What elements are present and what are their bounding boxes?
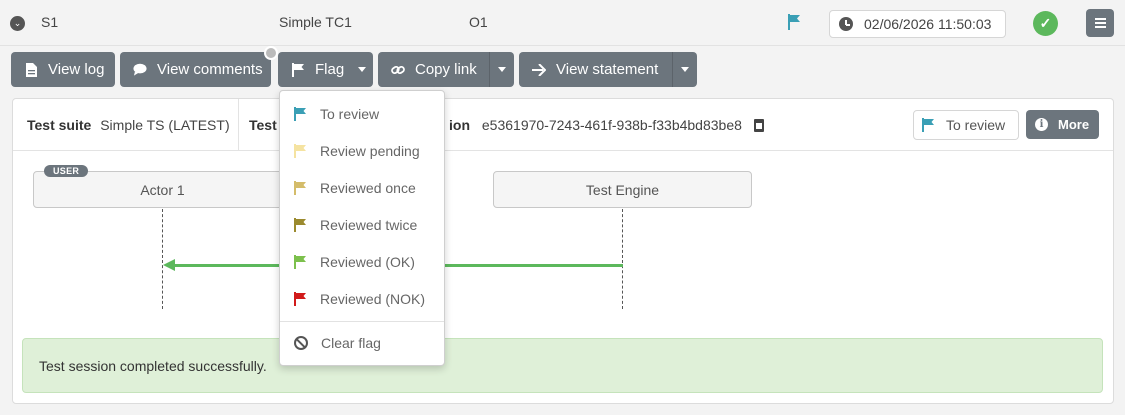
flag-icon bbox=[922, 118, 935, 132]
flag-icon bbox=[294, 107, 307, 121]
flag-icon bbox=[294, 218, 307, 232]
session-label: ion bbox=[449, 117, 470, 133]
flag-option-reviewed-nok[interactable]: Reviewed (NOK) bbox=[280, 282, 444, 316]
view-comments-label: View comments bbox=[157, 61, 263, 78]
session-details-panel: Test suite Simple TS (LATEST) Test ion e… bbox=[12, 98, 1114, 404]
flag-option-reviewed-twice[interactable]: Reviewed twice bbox=[280, 208, 444, 242]
user-badge: USER bbox=[44, 165, 89, 177]
clear-flag-option[interactable]: Clear flag bbox=[280, 326, 444, 360]
flag-icon bbox=[291, 62, 305, 77]
copy-link-button[interactable]: Copy link bbox=[378, 52, 514, 87]
success-check-icon: ✓ bbox=[1033, 11, 1058, 36]
actor-2-label: Test Engine bbox=[585, 181, 660, 198]
flag-option-reviewed-once[interactable]: Reviewed once bbox=[280, 171, 444, 205]
to-review-button[interactable]: To review bbox=[913, 110, 1019, 140]
more-label: More bbox=[1058, 117, 1090, 132]
session-value: e5361970-7243-461f-938b-f33b4bd83be8 bbox=[481, 117, 742, 133]
test-label: Test bbox=[249, 117, 277, 133]
test-info-partial: Test bbox=[249, 117, 277, 133]
arrow-head bbox=[163, 259, 175, 271]
flag-label: Flag bbox=[315, 61, 345, 78]
flag-icon bbox=[294, 144, 307, 158]
actor-2-box: Test Engine bbox=[493, 171, 752, 208]
flag-option-label: Reviewed (OK) bbox=[320, 254, 415, 270]
caret-down-icon bbox=[358, 67, 367, 72]
actor-2-lifeline bbox=[622, 209, 623, 309]
view-statement-button[interactable]: View statement bbox=[519, 52, 697, 87]
session-date: 02/06/2026 11:50:03 bbox=[829, 10, 1006, 38]
date-text: 02/06/2026 11:50:03 bbox=[864, 16, 992, 32]
chevron-down-icon[interactable]: ⌄ bbox=[10, 16, 25, 31]
test-suite-value: Simple TS (LATEST) bbox=[100, 117, 230, 133]
test-case-name: Simple TC1 bbox=[279, 14, 352, 30]
flag-option-review-pending[interactable]: Review pending bbox=[280, 134, 444, 168]
clipboard-icon[interactable] bbox=[753, 119, 764, 132]
clock-icon bbox=[839, 17, 853, 31]
copy-link-label: Copy link bbox=[415, 61, 477, 78]
flag-icon bbox=[294, 255, 307, 269]
comment-icon bbox=[133, 63, 147, 77]
flag-icon bbox=[294, 181, 307, 195]
flag-dropdown-button[interactable]: Flag bbox=[278, 52, 373, 87]
test-suite-info: Test suite Simple TS (LATEST) bbox=[27, 117, 230, 133]
flag-icon bbox=[294, 292, 307, 306]
actor-1-label: Actor 1 bbox=[140, 181, 185, 198]
session-info-bar: Test suite Simple TS (LATEST) Test ion e… bbox=[13, 99, 1113, 151]
to-review-label: To review bbox=[946, 117, 1006, 133]
flag-icon bbox=[787, 14, 801, 35]
view-log-button[interactable]: View log bbox=[11, 52, 115, 87]
success-alert: Test session completed successfully. bbox=[22, 338, 1103, 393]
flag-option-to-review[interactable]: To review bbox=[280, 97, 444, 131]
more-button[interactable]: i More bbox=[1026, 110, 1099, 139]
flag-option-label: Reviewed (NOK) bbox=[320, 291, 426, 307]
session-row-header[interactable]: ⌄ S1 Simple TC1 O1 02/06/2026 11:50:03 ✓ bbox=[0, 0, 1125, 46]
view-statement-label: View statement bbox=[556, 61, 659, 78]
divider bbox=[238, 99, 239, 151]
view-comments-button[interactable]: View comments bbox=[120, 52, 271, 87]
link-icon bbox=[391, 63, 405, 77]
hamburger-menu-button[interactable] bbox=[1086, 9, 1114, 37]
session-info: ion e5361970-7243-461f-938b-f33b4bd83be8 bbox=[449, 117, 764, 133]
view-log-label: View log bbox=[48, 61, 105, 78]
flag-option-label: To review bbox=[320, 106, 380, 122]
outcome-label: O1 bbox=[469, 14, 488, 30]
file-icon bbox=[24, 62, 38, 77]
flag-option-label: Reviewed twice bbox=[320, 217, 418, 233]
info-icon: i bbox=[1035, 118, 1048, 131]
flag-dropdown-menu: To review Review pending Reviewed once R… bbox=[279, 90, 445, 366]
caret-down-icon bbox=[681, 67, 689, 72]
flag-option-label: Reviewed once bbox=[320, 180, 416, 196]
copy-link-toggle[interactable] bbox=[489, 52, 514, 87]
test-suite-label: Test suite bbox=[27, 117, 92, 133]
clear-flag-label: Clear flag bbox=[321, 335, 381, 351]
notification-dot bbox=[264, 46, 278, 60]
flag-option-reviewed-ok[interactable]: Reviewed (OK) bbox=[280, 245, 444, 279]
success-message: Test session completed successfully. bbox=[39, 358, 267, 374]
flag-option-label: Review pending bbox=[320, 143, 420, 159]
session-id: S1 bbox=[41, 14, 59, 30]
arrow-right-icon bbox=[532, 63, 546, 77]
menu-divider bbox=[280, 321, 444, 322]
view-statement-toggle[interactable] bbox=[672, 52, 697, 87]
ban-icon bbox=[294, 336, 308, 350]
caret-down-icon bbox=[498, 67, 506, 72]
